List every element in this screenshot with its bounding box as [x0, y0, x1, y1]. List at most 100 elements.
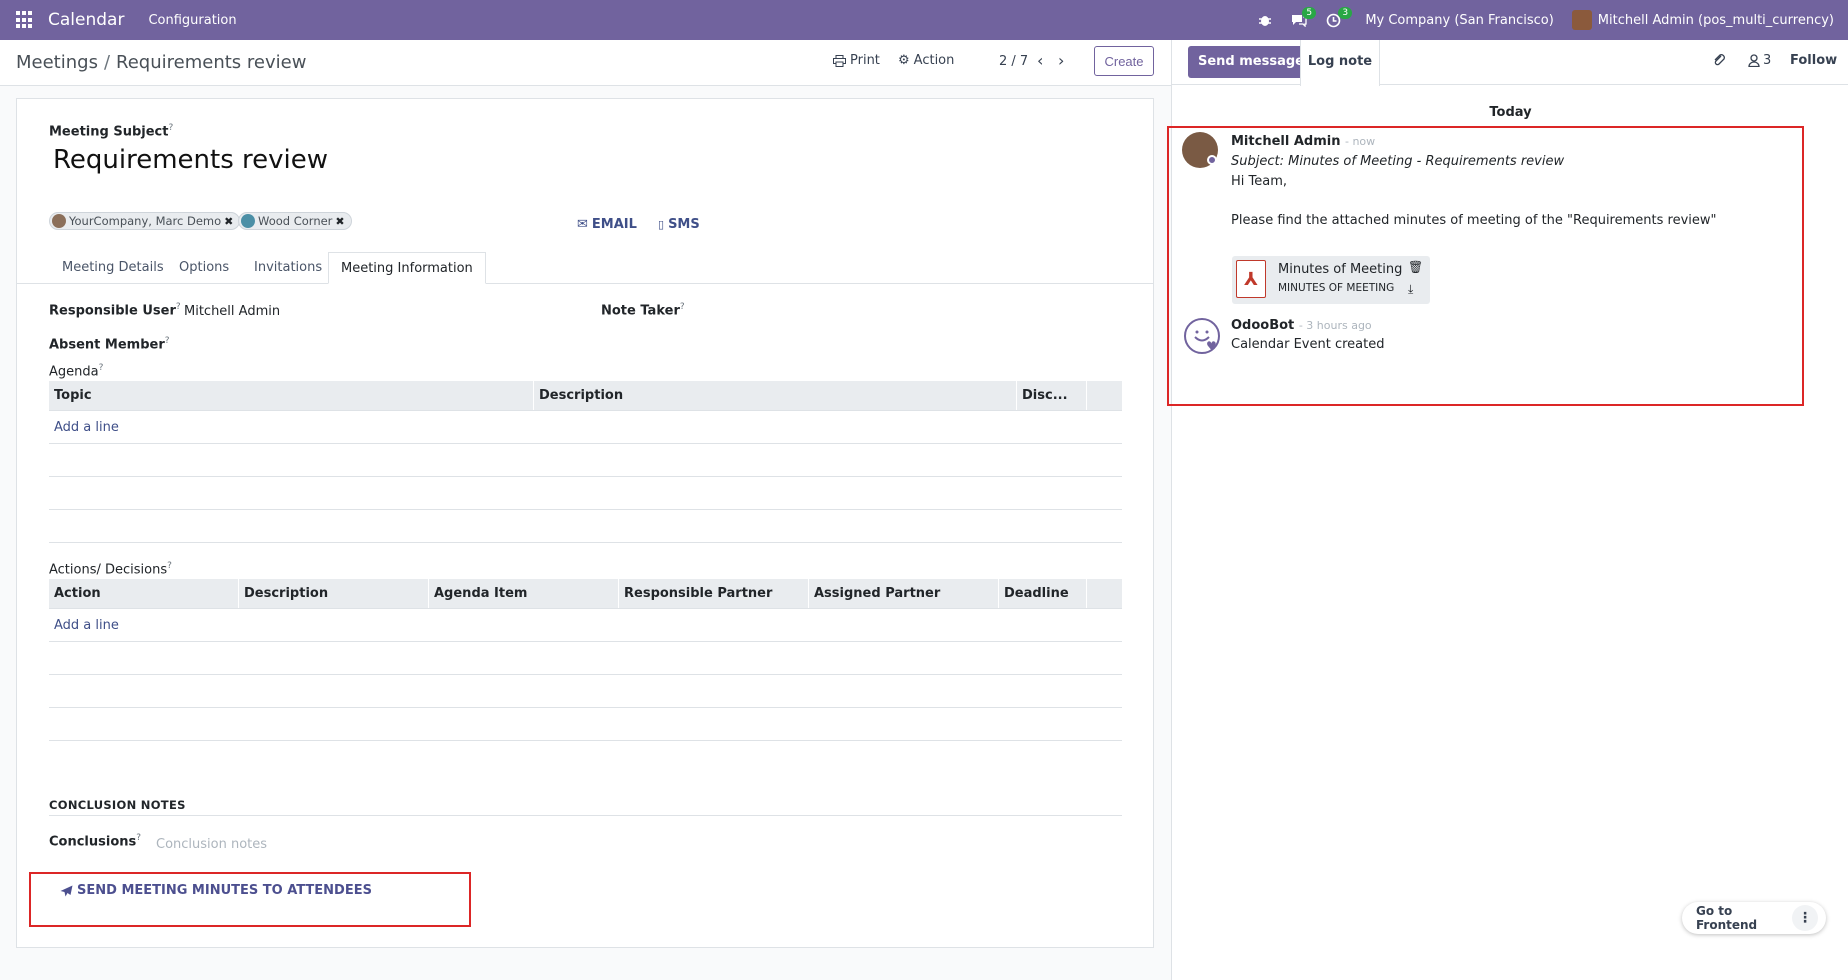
messages-badge: 5 [1302, 7, 1317, 19]
attachments-button[interactable] [1712, 53, 1726, 67]
download-icon[interactable]: ⤓ [1408, 282, 1413, 297]
pager-previous-icon[interactable]: ‹ [1037, 51, 1043, 70]
attachment-type: MINUTES OF MEETING [1278, 282, 1395, 294]
meeting-subject-label: Meeting Subject? [49, 123, 174, 140]
form-area: Meeting Subject? Requirements review You… [0, 86, 1171, 980]
day-separator: Today [1489, 105, 1532, 120]
gear-icon: ⚙ [898, 53, 910, 68]
paperclip-icon [1714, 54, 1725, 66]
message-body-line: Calendar Event created [1231, 337, 1385, 352]
create-button[interactable]: Create [1094, 46, 1154, 76]
print-label: Print [850, 53, 880, 68]
go-to-frontend-button[interactable]: Go to Frontend [1682, 904, 1792, 932]
conclusions-field[interactable]: Conclusion notes [156, 837, 267, 852]
user-name: Mitchell Admin (pos_multi_currency) [1597, 12, 1834, 28]
pager-value[interactable]: 2 / 7 [999, 54, 1028, 69]
sms-button[interactable]: ▯ SMS [658, 217, 700, 232]
action-button[interactable]: ⚙ Action [898, 53, 954, 68]
send-message-button[interactable]: Send message [1188, 46, 1314, 78]
activity-clock-icon[interactable]: 3 [1326, 6, 1353, 28]
table-row [49, 477, 1122, 510]
attachment-card[interactable]: ⅄ Minutes of Meeting MINUTES OF MEETING … [1232, 256, 1430, 304]
column-description[interactable]: Description [239, 579, 429, 608]
remove-tag-icon[interactable]: ✖ [224, 215, 233, 228]
agenda-label: Agenda? [49, 363, 104, 380]
action-label: Action [913, 53, 955, 68]
online-status-icon [1207, 155, 1217, 165]
apps-menu-icon[interactable] [16, 11, 34, 29]
company-switcher[interactable]: My Company (San Francisco) [1365, 13, 1553, 28]
column-responsible-partner[interactable]: Responsible Partner [619, 579, 809, 608]
user-avatar [1571, 10, 1592, 30]
log-note-button[interactable]: Log note [1300, 40, 1380, 86]
follow-button[interactable]: Follow [1790, 53, 1837, 68]
tab-meeting-details[interactable]: Meeting Details [50, 252, 176, 284]
followers-button[interactable]: 3 [1748, 53, 1771, 68]
envelope-icon: ✉ [577, 217, 588, 232]
absent-member-label: Absent Member? [49, 336, 170, 353]
pdf-file-icon: ⅄ [1236, 260, 1266, 298]
print-button[interactable]: Print [833, 53, 880, 68]
email-button[interactable]: ✉ EMAIL [577, 217, 637, 232]
pager-next-icon[interactable]: › [1058, 51, 1064, 70]
top-navbar: Calendar Configuration 5 3 My Company (S… [0, 0, 1848, 40]
table-row [49, 444, 1122, 477]
control-panel: Meetings / Requirements review Print ⚙ Act… [0, 40, 1171, 86]
kebab-menu-icon[interactable]: ⋮ [1792, 905, 1818, 931]
trash-icon[interactable]: 🗑 [1408, 260, 1423, 274]
attendee-tag[interactable]: YourCompany, Marc Demo ✖ [49, 212, 241, 230]
message-author[interactable]: OdooBot - 3 hours ago [1231, 318, 1372, 333]
column-optional[interactable] [1087, 381, 1122, 410]
breadcrumb-separator: / [103, 52, 111, 73]
agenda-table: Topic Description Disc... Add a line [49, 381, 1122, 543]
user-menu[interactable]: Mitchell Admin (pos_multi_currency) [1571, 10, 1834, 30]
meeting-subject-input[interactable]: Requirements review [53, 145, 328, 175]
agenda-table-header: Topic Description Disc... [49, 381, 1122, 411]
go-to-frontend-widget: Go to Frontend ⋮ [1682, 902, 1826, 934]
app-name[interactable]: Calendar [48, 10, 124, 30]
note-taker-label: Note Taker? [601, 302, 685, 319]
send-meeting-minutes-button[interactable]: SEND MEETING MINUTES TO ATTENDEES [60, 883, 372, 898]
tab-invitations[interactable]: Invitations [242, 252, 334, 284]
breadcrumb-meetings[interactable]: Meetings [16, 52, 98, 73]
column-assigned-partner[interactable]: Assigned Partner [809, 579, 999, 608]
message-body-line: Hi Team, [1231, 174, 1288, 189]
column-action[interactable]: Action [49, 579, 239, 608]
attendee-name: YourCompany, Marc Demo [69, 214, 222, 228]
user-icon [1748, 54, 1760, 67]
agenda-add-line[interactable]: Add a line [49, 411, 1122, 444]
attendee-tag[interactable]: Wood Corner ✖ [238, 212, 352, 230]
tab-options[interactable]: Options [167, 252, 241, 284]
actions-add-line[interactable]: Add a line [49, 609, 1122, 642]
message-author[interactable]: Mitchell Admin - now [1231, 134, 1375, 149]
attachment-name: Minutes of Meeting [1278, 262, 1403, 277]
sms-label: SMS [668, 217, 700, 232]
form-tabs: Meeting Details Options Invitations Meet… [17, 252, 1153, 284]
column-topic[interactable]: Topic [49, 381, 534, 410]
actions-table: Action Description Agenda Item Responsib… [49, 579, 1122, 741]
message-time: - now [1344, 135, 1376, 148]
table-row [49, 708, 1122, 741]
remove-tag-icon[interactable]: ✖ [335, 215, 344, 228]
highlight-box [29, 872, 471, 927]
column-optional[interactable] [1087, 579, 1122, 608]
column-discussion[interactable]: Disc... [1017, 381, 1087, 410]
heart-icon: ♥ [1206, 339, 1217, 353]
table-row [49, 675, 1122, 708]
breadcrumb-current: Requirements review [116, 52, 307, 73]
message-body-line: Please find the attached minutes of meet… [1231, 213, 1717, 228]
column-deadline[interactable]: Deadline [999, 579, 1087, 608]
debug-bug-icon[interactable] [1258, 13, 1272, 27]
responsible-user-field[interactable]: Mitchell Admin [184, 304, 280, 319]
table-row [49, 642, 1122, 675]
activities-badge: 3 [1338, 6, 1353, 19]
conclusion-notes-section: CONCLUSION NOTES [49, 798, 186, 812]
tab-meeting-information[interactable]: Meeting Information [328, 252, 486, 284]
attendee-avatar [241, 214, 255, 228]
email-label: EMAIL [591, 217, 637, 232]
menu-configuration[interactable]: Configuration [148, 13, 236, 28]
messaging-icon[interactable]: 5 [1290, 7, 1317, 27]
column-description[interactable]: Description [534, 381, 1017, 410]
actions-table-header: Action Description Agenda Item Responsib… [49, 579, 1122, 609]
column-agenda-item[interactable]: Agenda Item [429, 579, 619, 608]
